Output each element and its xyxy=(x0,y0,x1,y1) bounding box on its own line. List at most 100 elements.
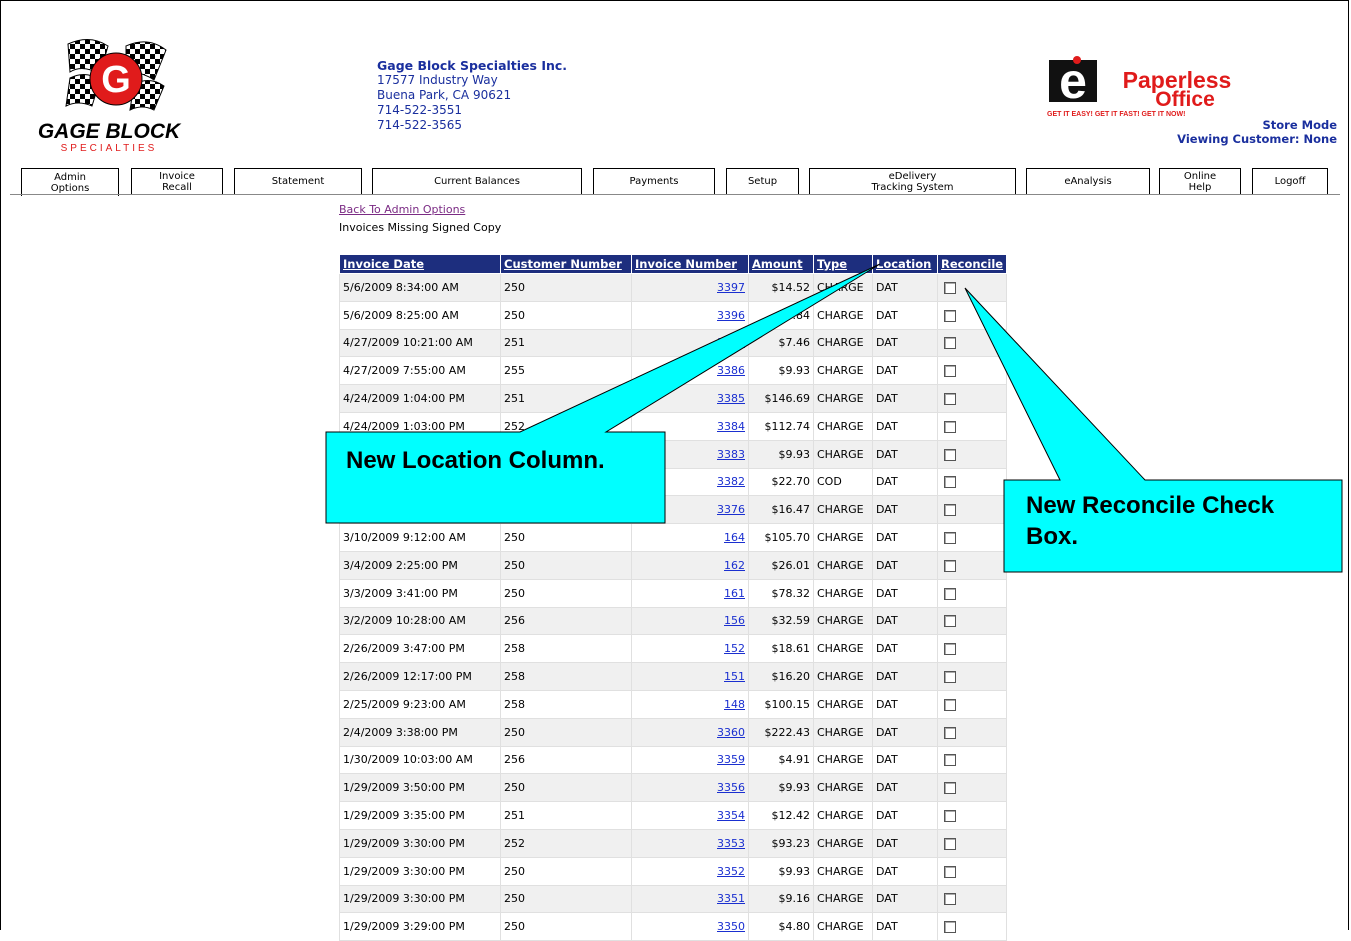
customer-number-cell: 256 xyxy=(500,745,632,775)
tab-statement[interactable]: Statement xyxy=(234,168,362,194)
reconcile-checkbox[interactable] xyxy=(944,559,956,572)
reconcile-checkbox[interactable] xyxy=(944,365,956,378)
type-cell: CHARGE xyxy=(813,273,873,302)
tab-admin-options[interactable]: Admin Options xyxy=(21,168,119,196)
customer-number-cell: 250 xyxy=(500,773,632,803)
location-cell: DAT xyxy=(872,662,938,691)
reconcile-checkbox[interactable] xyxy=(944,504,956,517)
invoice-number-link[interactable]: 151 xyxy=(724,670,745,683)
invoice-number-link[interactable]: 162 xyxy=(724,559,745,572)
invoice-number-link[interactable]: 164 xyxy=(724,531,745,544)
col-invoice-date[interactable]: Invoice Date xyxy=(339,254,501,274)
reconcile-callout-text: New Reconcile Check Box. xyxy=(1026,492,1275,550)
amount-cell: $78.32 xyxy=(748,578,814,608)
tab-invoice-recall[interactable]: Invoice Recall xyxy=(131,168,223,194)
reconcile-checkbox[interactable] xyxy=(944,754,956,767)
amount-cell: $26.01 xyxy=(748,550,814,580)
invoice-number-link[interactable]: 3387 xyxy=(717,336,745,349)
reconcile-checkbox[interactable] xyxy=(944,671,956,684)
invoice-number-link[interactable]: 3376 xyxy=(717,503,745,516)
invoice-number-link[interactable]: 161 xyxy=(724,587,745,600)
reconcile-cell xyxy=(936,856,1008,886)
tab-payments[interactable]: Payments xyxy=(593,168,715,194)
svg-text:G: G xyxy=(101,59,131,101)
tab-edelivery-tracking[interactable]: eDelivery Tracking System xyxy=(809,168,1016,194)
reconcile-checkbox[interactable] xyxy=(944,337,956,350)
company-address: Gage Block Specialties Inc. 17577 Indust… xyxy=(377,58,567,133)
reconcile-checkbox[interactable] xyxy=(944,726,956,739)
reconcile-checkbox[interactable] xyxy=(944,587,956,600)
location-cell: DAT xyxy=(872,495,938,525)
invoices-table-body: 5/6/2009 8:34:00 AM 250 3397 $14.52 CHARGE DA… xyxy=(339,273,1008,941)
reconcile-checkbox[interactable] xyxy=(944,448,956,461)
invoice-number-link[interactable]: 3352 xyxy=(717,865,745,878)
tab-current-balances[interactable]: Current Balances xyxy=(372,168,582,194)
type-cell: CHARGE xyxy=(813,717,873,747)
tab-eanalysis[interactable]: eAnalysis xyxy=(1026,168,1150,194)
reconcile-checkbox[interactable] xyxy=(944,893,956,906)
svg-text:SPECIALTIES: SPECIALTIES xyxy=(61,143,158,154)
invoices-table: Invoice Date Customer Number Invoice Num… xyxy=(339,254,1008,941)
col-customer-number[interactable]: Customer Number xyxy=(500,254,632,274)
type-cell: CHARGE xyxy=(813,356,873,386)
invoice-number-link[interactable]: 3396 xyxy=(717,309,745,322)
back-to-admin-options-link[interactable]: Back To Admin Options xyxy=(339,203,465,216)
company-street: 17577 Industry Way xyxy=(377,73,498,87)
reconcile-checkbox[interactable] xyxy=(944,810,956,823)
table-row: 3/2/2009 10:28:00 AM 256 156 $32.59 CHARGE DA… xyxy=(339,606,1008,636)
invoice-number-link[interactable]: 3397 xyxy=(717,281,745,294)
table-row: 4/24/2009 1:04:00 PM 251 3385 $146.69 CHARGE… xyxy=(339,384,1008,413)
tab-logoff[interactable]: Logoff xyxy=(1252,168,1328,194)
location-cell: DAT xyxy=(872,856,938,886)
invoice-number-cell: 3384 xyxy=(631,411,749,441)
invoice-number-link[interactable]: 3382 xyxy=(717,475,745,488)
invoice-number-link[interactable]: 3384 xyxy=(717,420,745,433)
invoice-number-link[interactable]: 3385 xyxy=(717,392,745,405)
reconcile-cell xyxy=(936,411,1008,441)
invoice-number-link[interactable]: 3351 xyxy=(717,892,745,905)
invoice-number-cell: 3354 xyxy=(631,801,749,830)
col-reconcile[interactable]: Reconcile xyxy=(936,254,1008,274)
reconcile-checkbox[interactable] xyxy=(944,420,956,433)
reconcile-checkbox[interactable] xyxy=(944,393,956,406)
amount-cell: $7.46 xyxy=(748,328,814,358)
location-cell: DAT xyxy=(872,884,938,914)
invoice-number-link[interactable]: 3386 xyxy=(717,364,745,377)
invoice-number-link[interactable]: 3359 xyxy=(717,753,745,766)
col-invoice-number[interactable]: Invoice Number xyxy=(631,254,749,274)
table-row: 1/29/2009 3:35:00 PM 251 3354 $12.42 CHARGE D… xyxy=(339,801,1008,830)
invoice-number-link[interactable]: 3350 xyxy=(717,920,745,933)
invoice-number-link[interactable]: 152 xyxy=(724,642,745,655)
tab-setup[interactable]: Setup xyxy=(726,168,799,194)
reconcile-cell xyxy=(936,439,1008,469)
reconcile-checkbox[interactable] xyxy=(944,698,956,711)
invoice-number-link[interactable]: 3356 xyxy=(717,781,745,794)
tab-online-help[interactable]: Online Help xyxy=(1159,168,1241,194)
reconcile-checkbox[interactable] xyxy=(944,532,956,545)
reconcile-checkbox[interactable] xyxy=(944,921,956,934)
invoice-date-cell: 1/29/2009 3:35:00 PM xyxy=(339,801,501,830)
reconcile-cell xyxy=(936,328,1008,358)
reconcile-checkbox[interactable] xyxy=(944,281,956,294)
invoice-number-link[interactable]: 3360 xyxy=(717,726,745,739)
invoice-number-link[interactable]: 3383 xyxy=(717,448,745,461)
type-cell: CHARGE xyxy=(813,801,873,830)
location-cell: DAT xyxy=(872,717,938,747)
reconcile-checkbox[interactable] xyxy=(944,615,956,628)
invoice-number-link[interactable]: 148 xyxy=(724,698,745,711)
reconcile-checkbox[interactable] xyxy=(944,309,956,322)
reconcile-cell xyxy=(936,606,1008,636)
reconcile-checkbox[interactable] xyxy=(944,643,956,656)
customer-number-cell: 250 xyxy=(500,856,632,886)
invoice-number-link[interactable]: 3353 xyxy=(717,837,745,850)
col-location[interactable]: Location xyxy=(872,254,938,274)
invoice-number-link[interactable]: 3354 xyxy=(717,809,745,822)
reconcile-checkbox[interactable] xyxy=(944,476,956,489)
reconcile-checkbox[interactable] xyxy=(944,865,956,878)
type-cell: CHARGE xyxy=(813,912,873,941)
col-amount[interactable]: Amount xyxy=(748,254,814,274)
col-type[interactable]: Type xyxy=(813,254,873,274)
reconcile-checkbox[interactable] xyxy=(944,782,956,795)
invoice-number-link[interactable]: 156 xyxy=(724,614,745,627)
reconcile-checkbox[interactable] xyxy=(944,837,956,850)
